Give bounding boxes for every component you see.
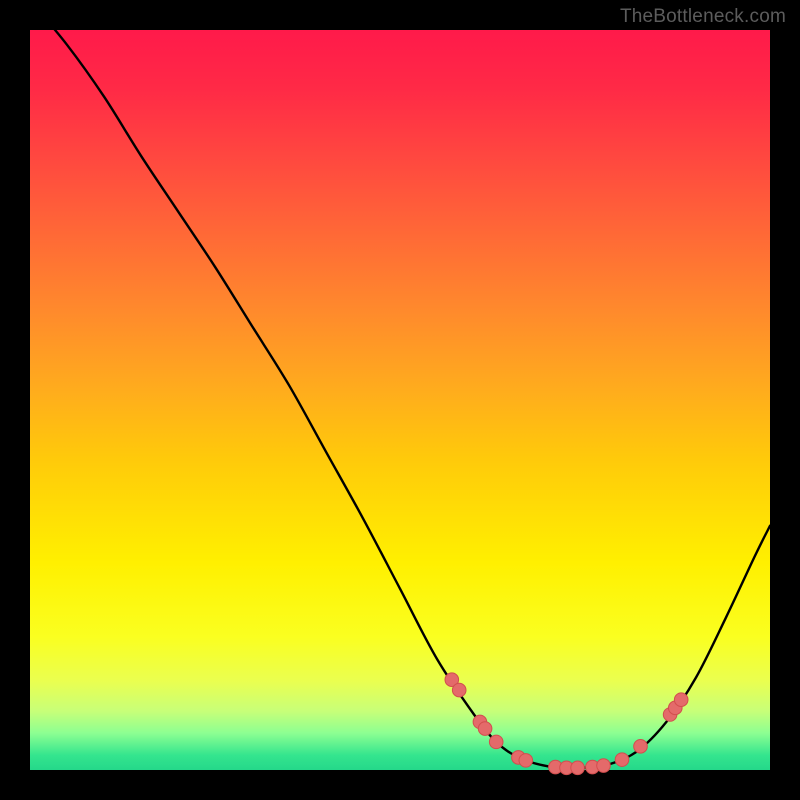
bottleneck-curve — [30, 0, 770, 767]
chart-marker — [634, 740, 648, 754]
chart-marker — [489, 735, 503, 749]
watermark-text: TheBottleneck.com — [620, 6, 786, 28]
chart-marker — [519, 754, 533, 768]
chart-svg — [30, 30, 770, 770]
chart-plot-area — [30, 30, 770, 770]
chart-marker — [674, 693, 688, 707]
chart-marker — [478, 722, 492, 736]
chart-marker — [597, 759, 611, 773]
chart-marker — [452, 683, 466, 697]
chart-markers — [445, 673, 688, 775]
chart-marker — [571, 761, 585, 775]
chart-marker — [615, 753, 629, 767]
